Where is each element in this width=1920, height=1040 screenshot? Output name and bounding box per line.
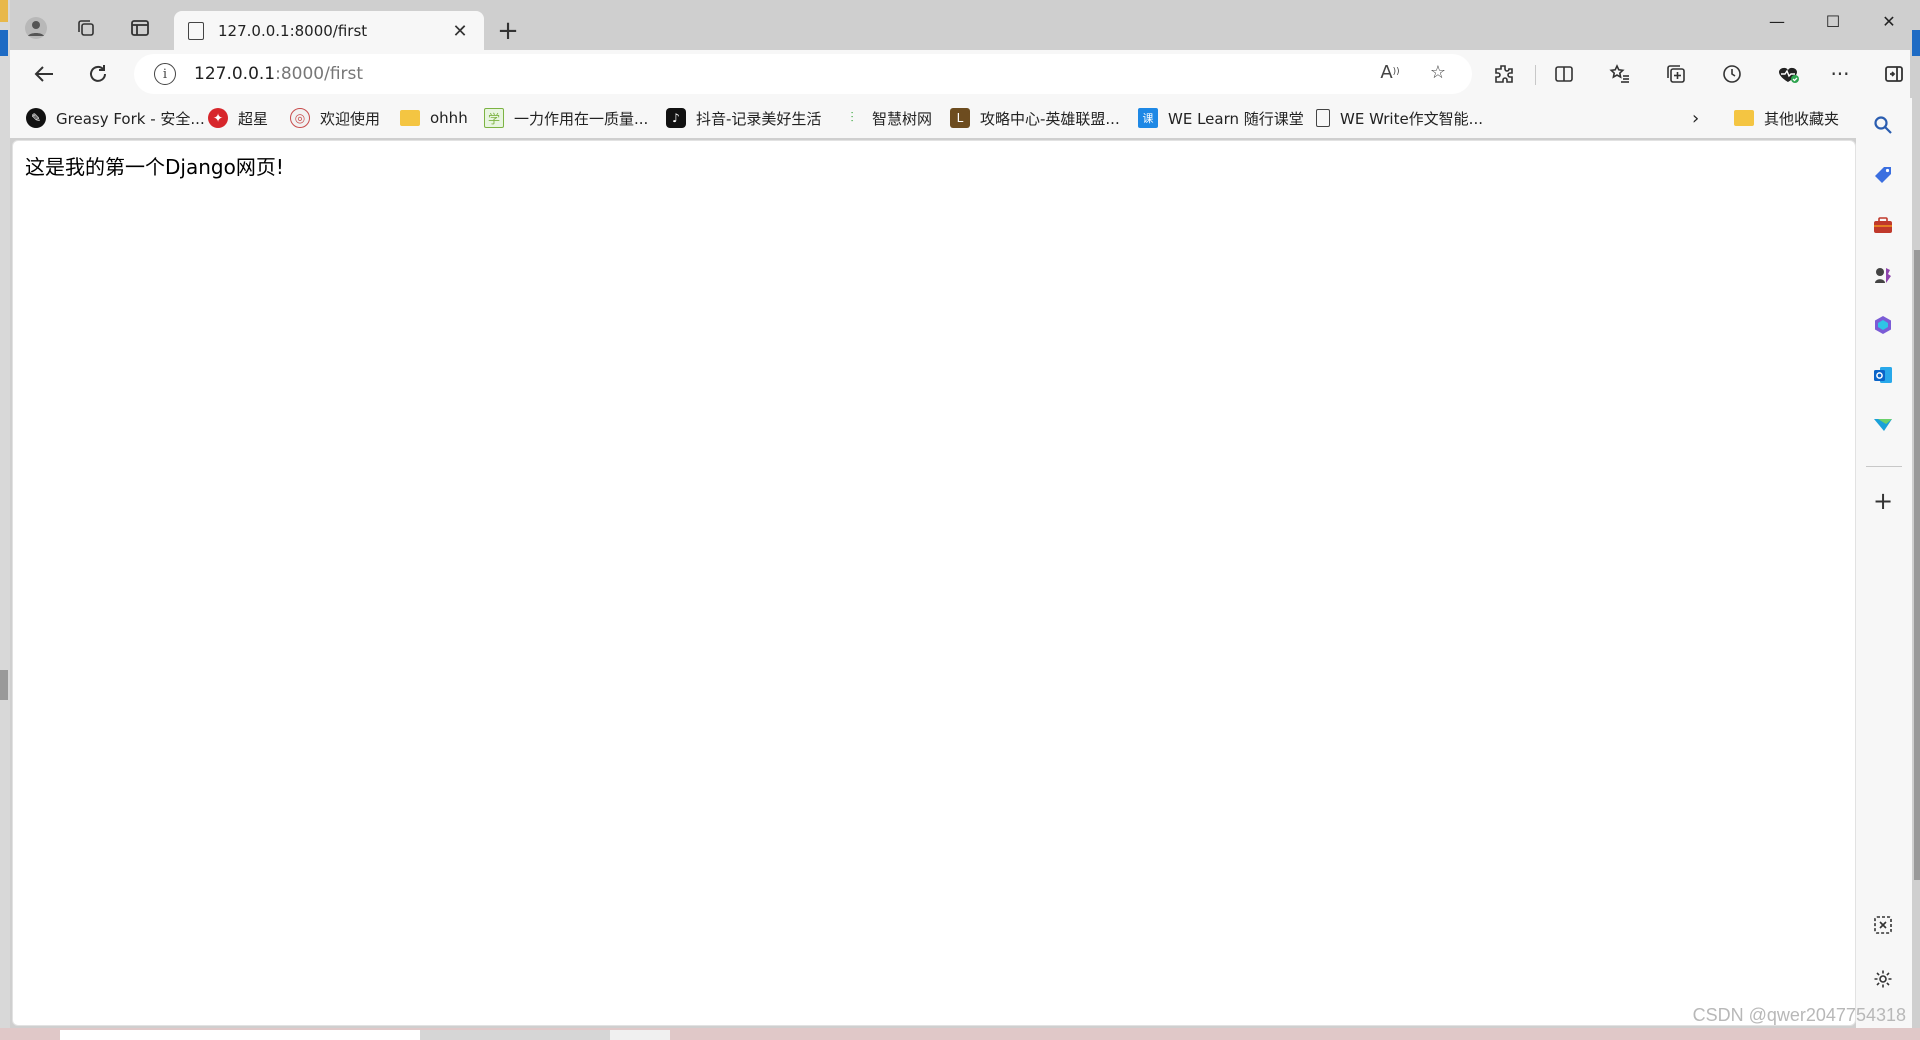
site-info-icon[interactable]: i (154, 63, 176, 85)
address-bar[interactable]: i 127.0.0.1:8000/first (134, 54, 1472, 94)
page-text: 这是我的第一个Django网页! (25, 155, 284, 179)
history-icon[interactable] (1714, 56, 1750, 92)
watermark: CSDN @qwer2047754318 (1692, 1005, 1906, 1025)
bookmark-welcome[interactable]: ◎ 欢迎使用 (290, 106, 380, 130)
maximize-button[interactable]: ☐ (1806, 4, 1860, 38)
bookmark-physics[interactable]: 学一力作用在一质量... (484, 106, 648, 130)
chaoxing-icon: ✦ (208, 108, 228, 128)
edge-sidebar: + (1856, 98, 1912, 1040)
bookmark-chaoxing[interactable]: ✦ 超星 (208, 106, 268, 130)
bookmark-wewrite[interactable]: WE Write作文智能... (1316, 106, 1483, 130)
search-icon[interactable] (1868, 110, 1898, 140)
folder-icon (400, 110, 420, 126)
sidebar-toggle-icon[interactable] (1876, 56, 1912, 92)
profile-icon[interactable] (18, 10, 54, 46)
back-button[interactable] (26, 56, 62, 92)
bookmark-zhihuishu[interactable]: ⫶ 智慧树网 (842, 106, 932, 130)
url-path: :8000/first (275, 64, 364, 84)
bookmark-douyin[interactable]: ♪ 抖音-记录美好生活 (666, 106, 821, 130)
extensions-icon[interactable] (1486, 56, 1522, 92)
zhihuishu-icon: ⫶ (850, 110, 854, 126)
folder-icon (1734, 110, 1754, 126)
vertical-tabs-icon[interactable] (122, 10, 158, 46)
tab-title: 127.0.0.1:8000/first (218, 22, 368, 40)
tab-active[interactable]: 127.0.0.1:8000/first ✕ (174, 11, 484, 51)
shopping-tag-icon[interactable] (1868, 160, 1898, 190)
page-icon: 学 (484, 108, 504, 128)
new-tab-button[interactable]: + (490, 14, 526, 48)
browser-window: 127.0.0.1:8000/first ✕ + — ☐ ✕ i 127.0.0… (0, 0, 1920, 1040)
read-aloud-icon[interactable]: A)) (1372, 54, 1408, 90)
greasyfork-icon: ✎ (26, 108, 46, 128)
games-icon[interactable] (1868, 260, 1898, 290)
taskbar (0, 1028, 1920, 1040)
bookmark-welearn[interactable]: 课 WE Learn 随行课堂 (1138, 106, 1304, 130)
bookmark-greasy-fork[interactable]: ✎ Greasy Fork - 安全... (26, 106, 205, 130)
bookmark-folder-ohhh[interactable]: ohhh (400, 106, 468, 130)
close-tab-icon[interactable]: ✕ (446, 17, 474, 45)
document-icon (1316, 109, 1330, 127)
tiktok-icon: ♪ (666, 108, 686, 128)
bookmark-lol[interactable]: L 攻略中心-英雄联盟... (950, 106, 1120, 130)
favorite-star-icon[interactable]: ☆ (1420, 54, 1456, 90)
workspaces-icon[interactable] (68, 10, 104, 46)
collections-icon[interactable] (1658, 56, 1694, 92)
tools-icon[interactable] (1868, 210, 1898, 240)
drop-send-icon[interactable] (1868, 410, 1898, 440)
more-bookmarks-chevron-icon[interactable]: › (1692, 106, 1699, 130)
tab-strip: 127.0.0.1:8000/first ✕ + — ☐ ✕ (10, 0, 1910, 51)
url-host: 127.0.0.1 (194, 64, 276, 84)
browser-essentials-icon[interactable] (1770, 56, 1806, 92)
refresh-button[interactable] (80, 56, 116, 92)
welearn-icon: 课 (1138, 108, 1158, 128)
page-icon (188, 22, 204, 40)
bookmarks-bar: ✎ Greasy Fork - 安全... ✦ 超星 ◎ 欢迎使用 ohhh 学一力作… (10, 98, 1856, 138)
microsoft-365-icon[interactable] (1868, 310, 1898, 340)
close-window-button[interactable]: ✕ (1862, 4, 1916, 38)
site-icon: ◎ (290, 108, 310, 128)
desktop-left-edge (0, 0, 10, 1040)
lol-icon: L (950, 108, 970, 128)
add-sidebar-app-icon[interactable]: + (1868, 486, 1898, 516)
settings-gear-icon[interactable] (1868, 964, 1898, 994)
split-screen-icon[interactable] (1546, 56, 1582, 92)
other-favorites-folder[interactable]: 其他收藏夹 (1734, 106, 1839, 130)
more-options-icon[interactable]: ··· (1822, 56, 1858, 92)
toolbar: i 127.0.0.1:8000/first A)) ☆ ··· (10, 50, 1910, 98)
outlook-icon[interactable] (1868, 360, 1898, 390)
minimize-button[interactable]: — (1750, 4, 1804, 38)
favorites-icon[interactable] (1602, 56, 1638, 92)
page-content: 这是我的第一个Django网页! (12, 140, 1856, 1026)
hide-sidebar-icon[interactable] (1868, 910, 1898, 940)
